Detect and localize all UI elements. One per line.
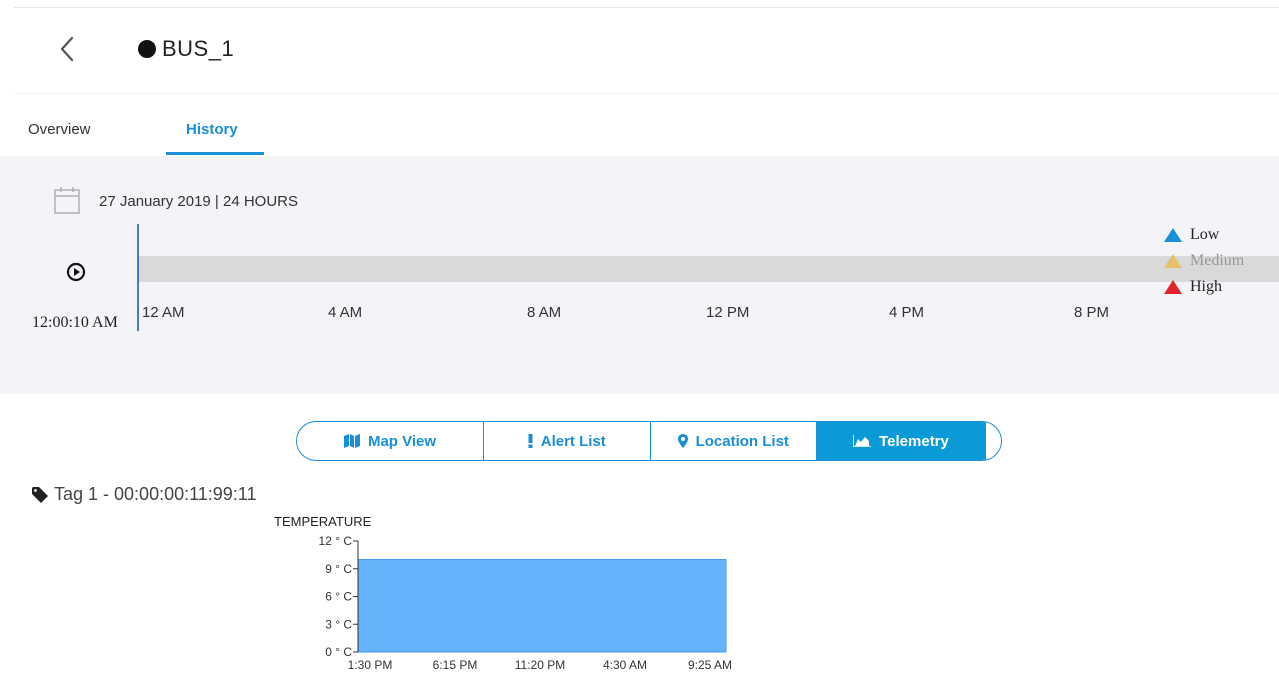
legend-label: High <box>1190 278 1222 295</box>
tag-icon <box>32 486 48 503</box>
y-tick-label: 12 ° C <box>319 534 353 548</box>
y-tick-label: 6 ° C <box>325 590 352 604</box>
legend-item-high: High <box>1164 274 1244 300</box>
x-tick-label: 11:20 PM <box>515 658 565 672</box>
y-tick-label: 9 ° C <box>325 562 352 576</box>
y-tick-label: 3 ° C <box>325 617 352 631</box>
legend-item-low: Low <box>1164 222 1244 248</box>
y-axis-label: TEMPERATURE <box>274 514 372 529</box>
alert-list-button[interactable]: Alert List <box>484 422 651 460</box>
map-view-button[interactable]: Map View <box>297 422 484 460</box>
x-tick-label: 1:30 PM <box>348 658 393 672</box>
x-tick-label: 9:25 AM <box>688 658 732 672</box>
y-tick-label: 0 ° C <box>325 645 352 659</box>
exclamation-icon <box>528 434 533 448</box>
tag-identifier: Tag 1 - 00:00:00:11:99:11 <box>32 484 257 505</box>
severity-legend: Low Medium High <box>1164 222 1244 300</box>
play-icon[interactable] <box>66 262 86 282</box>
tick-label: 12 PM <box>706 304 750 321</box>
telemetry-button[interactable]: Telemetry <box>817 422 986 460</box>
location-pin-icon <box>677 434 688 448</box>
current-time-readout: 12:00:10 AM <box>32 314 118 331</box>
tick-label: 12 AM <box>142 304 185 321</box>
tick-label: 4 PM <box>889 304 925 321</box>
page-title: BUS_1 <box>162 36 235 61</box>
tag-label: Tag 1 - 00:00:00:11:99:11 <box>54 484 257 504</box>
x-tick-label: 4:30 AM <box>603 658 647 672</box>
tick-label: 8 PM <box>1074 304 1110 321</box>
legend-item-medium: Medium <box>1164 248 1244 274</box>
timeline-panel: 27 January 2019 | 24 HOURS 12:00:10 AM 1… <box>0 156 1279 394</box>
tick-label: 8 AM <box>527 304 562 321</box>
tab-history[interactable]: History <box>186 121 238 138</box>
page-header: BUS_1 <box>0 8 1279 94</box>
back-chevron-icon[interactable] <box>56 34 80 64</box>
triangle-high-icon <box>1164 280 1182 294</box>
tab-overview[interactable]: Overview <box>28 121 91 138</box>
timeline-cursor[interactable] <box>137 224 139 331</box>
map-icon <box>343 434 360 448</box>
temperature-chart: TEMPERATURE 0 ° C 3 ° C 6 ° C 9 ° C 12 ° C 1:3… <box>274 514 732 672</box>
map-view-label: Map View <box>367 432 437 450</box>
x-tick-label: 6:15 PM <box>433 658 478 672</box>
title-group: BUS_1 <box>138 36 234 62</box>
timeline-track[interactable] <box>139 256 1279 282</box>
tab-bar: Overview History <box>0 94 1279 156</box>
active-tab-indicator <box>166 152 264 155</box>
status-dot-icon <box>138 40 156 58</box>
legend-label: Low <box>1190 226 1220 243</box>
temperature-area <box>357 559 727 653</box>
switcher-end-cap <box>986 422 1001 460</box>
location-list-label: Location List <box>695 432 789 450</box>
tick-label: 4 AM <box>328 304 363 321</box>
alert-list-label: Alert List <box>540 432 606 450</box>
telemetry-label: Telemetry <box>879 432 949 450</box>
triangle-low-icon <box>1164 228 1182 242</box>
legend-label: Medium <box>1190 252 1245 269</box>
date-range[interactable]: 27 January 2019 | 24 HOURS <box>99 193 298 210</box>
view-switcher: Map View Alert List Location List Teleme… <box>296 421 1002 461</box>
calendar-icon[interactable] <box>54 186 80 214</box>
triangle-medium-icon <box>1164 254 1182 268</box>
area-chart-icon <box>853 435 872 447</box>
location-list-button[interactable]: Location List <box>651 422 817 460</box>
